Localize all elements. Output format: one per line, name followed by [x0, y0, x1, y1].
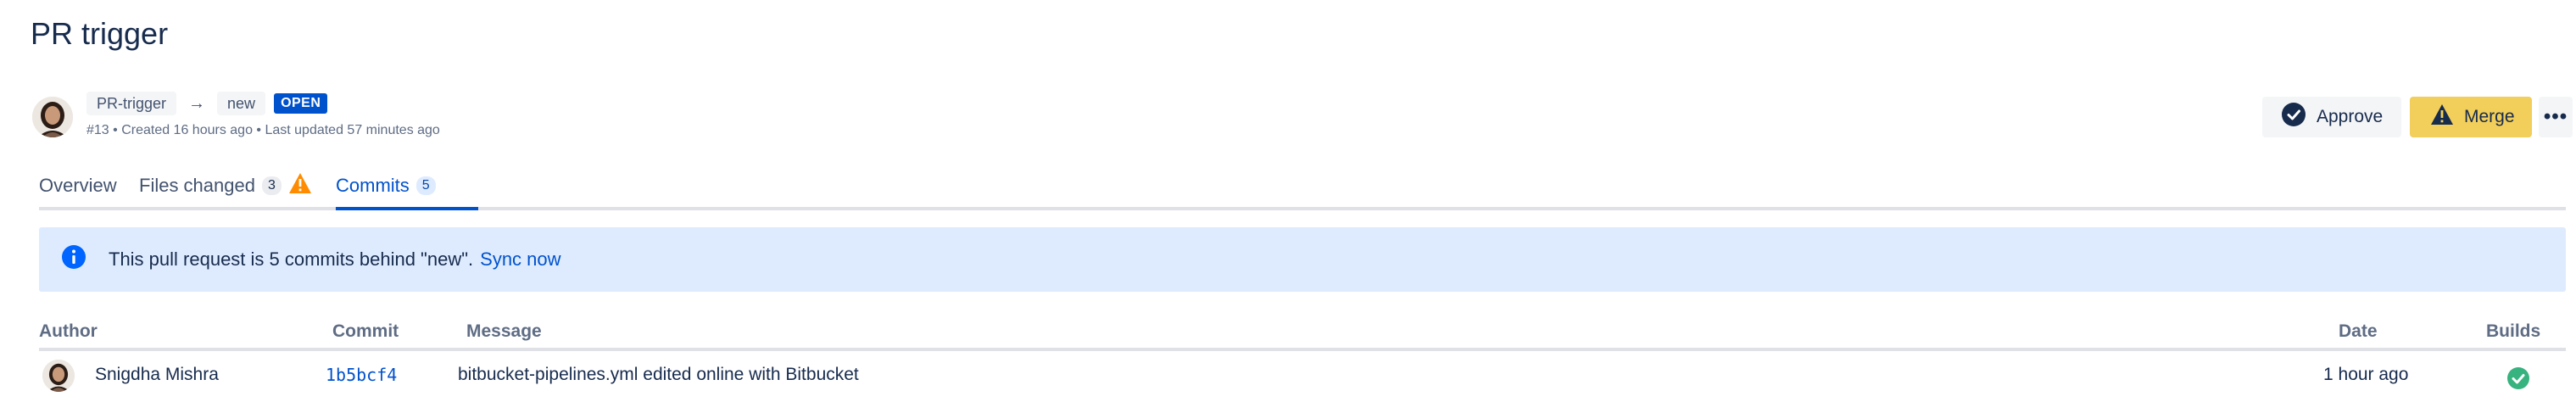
commits-count-badge: 5: [415, 176, 436, 195]
sync-now-link[interactable]: Sync now: [480, 248, 560, 271]
table-row[interactable]: Snigdha Mishra 1b5bcf4 bitbucket-pipelin…: [39, 351, 2566, 402]
tab-commits[interactable]: Commits 5: [336, 171, 436, 200]
avatar-image: [32, 97, 73, 137]
pr-tabs: Overview Files changed 3 Commits 5: [39, 166, 2566, 210]
commits-table-header: Author Commit Message Date Builds: [39, 317, 2566, 351]
approve-label: Approve: [2317, 107, 2384, 126]
banner-text: This pull request is 5 commits behind "n…: [109, 248, 474, 270]
commit-author: Snigdha Mishra: [95, 365, 219, 384]
column-message: Message: [466, 321, 542, 341]
column-author: Author: [39, 321, 98, 341]
source-branch[interactable]: PR-trigger: [86, 92, 177, 115]
avatar[interactable]: [42, 360, 75, 392]
tab-label: Files changed: [139, 175, 255, 196]
tab-overview[interactable]: Overview: [39, 171, 117, 200]
branch-info: PR-trigger → new OPEN: [86, 92, 328, 115]
tab-label: Commits: [336, 175, 410, 196]
commit-message: bitbucket-pipelines.yml edited online wi…: [458, 365, 859, 384]
arrow-right-icon: →: [188, 93, 206, 113]
active-tab-indicator: [336, 207, 478, 210]
tab-files-changed[interactable]: Files changed 3: [139, 171, 312, 200]
pull-request-page: PR trigger PR-trigger → new OPEN #13 • C…: [0, 0, 2576, 402]
status-badge: OPEN: [274, 93, 328, 114]
check-circle-icon[interactable]: [2506, 366, 2530, 395]
warning-icon: [288, 172, 312, 199]
tab-label: Overview: [39, 175, 117, 196]
column-date: Date: [2339, 321, 2378, 341]
warning-icon: [2430, 103, 2454, 131]
approve-button[interactable]: Approve: [2262, 97, 2401, 137]
info-banner: This pull request is 5 commits behind "n…: [39, 227, 2566, 292]
info-icon: [61, 244, 86, 275]
page-title: PR trigger: [31, 16, 169, 51]
column-commit: Commit: [332, 321, 399, 341]
commit-hash-link[interactable]: 1b5bcf4: [326, 363, 397, 387]
files-count-badge: 3: [261, 176, 282, 195]
column-builds: Builds: [2486, 321, 2541, 341]
merge-label: Merge: [2464, 107, 2515, 126]
commit-date: 1 hour ago: [2323, 365, 2409, 384]
author-avatar[interactable]: [32, 97, 73, 137]
more-icon: •••: [2543, 105, 2568, 128]
more-actions-button[interactable]: •••: [2539, 97, 2573, 137]
target-branch[interactable]: new: [217, 92, 266, 115]
merge-button[interactable]: Merge: [2410, 97, 2532, 137]
avatar-image: [42, 360, 75, 392]
check-circle-icon: [2281, 102, 2306, 132]
pr-meta: #13 • Created 16 hours ago • Last update…: [86, 123, 440, 137]
